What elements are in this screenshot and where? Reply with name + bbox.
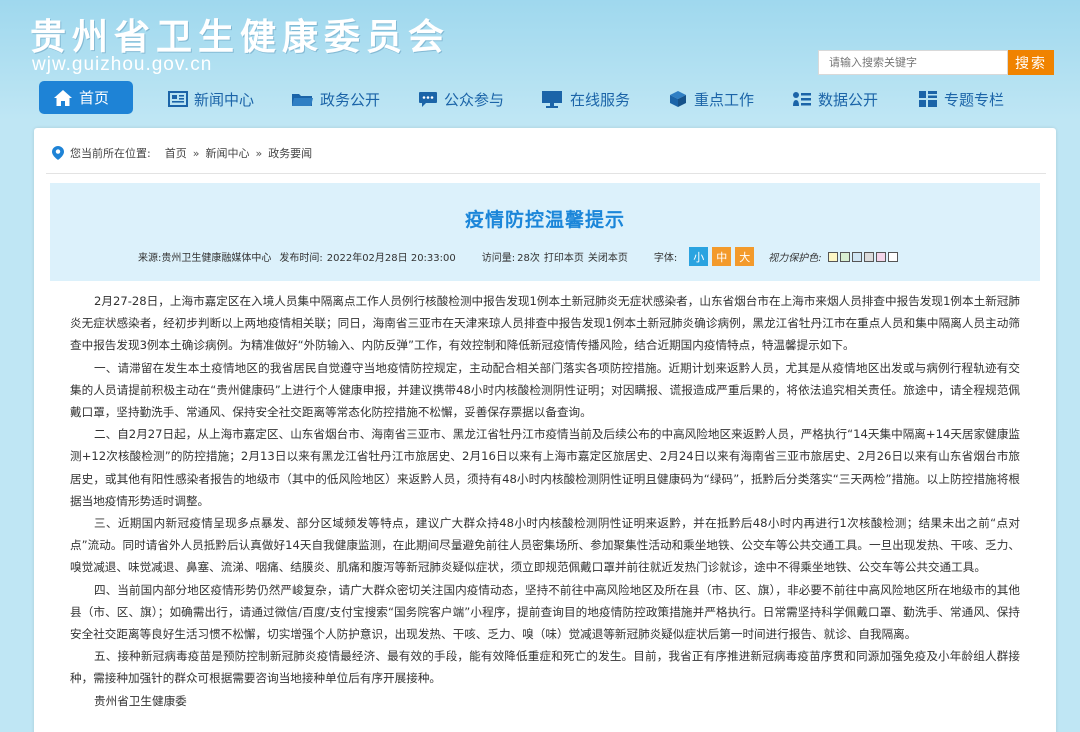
source-value: 贵州卫生健康融媒体中心	[161, 253, 272, 264]
nav-item-special-topics[interactable]: 专题专栏	[918, 82, 1004, 116]
source-label: 来源:	[138, 253, 162, 264]
vision-color-swatch[interactable]	[851, 251, 862, 262]
nav-item-news[interactable]: 新闻中心	[168, 82, 254, 116]
date-label: 发布时间:	[279, 253, 323, 264]
vision-color-swatch[interactable]	[827, 251, 838, 262]
breadcrumb-separator: »	[192, 146, 200, 160]
article-paragraph: 三、近期国内新冠疫情呈现多点暴发、部分区域频发等特点，建议广大群众持48小时内核…	[70, 516, 1020, 575]
search-input[interactable]	[818, 50, 1008, 75]
article-paragraph: 一、请滞留在发生本土疫情地区的我省居民自觉遵守当地疫情防控规定，主动配合相关部门…	[70, 360, 1020, 420]
nav-item-gov-affairs[interactable]: 政务公开	[290, 82, 380, 116]
article-body: 2月27-28日，上海市嘉定区在入境人员集中隔离点工作人员例行核酸检测中报告发现…	[70, 290, 1020, 712]
main-nav: 首页 新闻中心 政务公开 公众参与 在线服务 重点工作 数据公开 专题专栏	[34, 80, 1056, 118]
views-label: 访问量:	[481, 253, 516, 264]
breadcrumb-separator: »	[255, 146, 263, 160]
vision-color-swatch[interactable]	[863, 251, 874, 262]
nav-label: 新闻中心	[194, 90, 255, 109]
article-title: 疫情防控温馨提示	[464, 209, 625, 231]
vision-color-swatch[interactable]	[839, 251, 850, 262]
nav-item-public-participation[interactable]: 公众参与	[418, 82, 504, 116]
vision-color-swatch[interactable]	[875, 251, 886, 262]
print-link[interactable]: 打印本页	[544, 249, 584, 264]
cube-icon	[670, 91, 686, 107]
article-paragraph: 四、当前国内部分地区疫情形势仍然严峻复杂，请广大群众密切关注国内疫情动态，坚持不…	[70, 582, 1020, 642]
divider	[46, 173, 1046, 174]
search-button[interactable]: 搜索	[1008, 50, 1054, 75]
date-value: 2022年02月28日 20:33:00	[326, 253, 456, 264]
newspaper-icon	[168, 91, 188, 107]
views-value: 28次	[517, 253, 540, 264]
nav-item-online-service[interactable]: 在线服务	[540, 82, 630, 116]
article-signoff: 贵州省卫生健康委	[94, 693, 187, 708]
nav-item-home[interactable]: 首页	[39, 81, 133, 114]
nav-label: 重点工作	[694, 90, 755, 109]
breadcrumb-news-center[interactable]: 新闻中心	[205, 145, 249, 161]
breadcrumb-home[interactable]: 首页	[165, 145, 187, 161]
font-medium-button[interactable]: 中	[712, 247, 732, 266]
home-icon	[54, 89, 72, 106]
search-bar: 搜索	[818, 50, 1054, 75]
vision-color-label: 视力保护色:	[768, 253, 822, 264]
breadcrumb-gov-news[interactable]: 政务要闻	[268, 145, 312, 161]
article-paragraph: 五、接种新冠病毒疫苗是预防控制新冠肺炎疫情最经济、最有效的手段，能有效降低重症和…	[70, 649, 1020, 686]
location-pin-icon	[52, 146, 64, 160]
nav-label: 政务公开	[320, 90, 381, 109]
font-small-button[interactable]: 小	[689, 247, 709, 266]
nav-label: 在线服务	[570, 90, 631, 109]
site-title[interactable]: 贵州省卫生健康委员会	[30, 8, 450, 60]
vision-color-swatch[interactable]	[887, 251, 898, 262]
breadcrumb-prefix: 您当前所在位置:	[70, 147, 151, 160]
article-paragraph: 二、自2月27日起，从上海市嘉定区、山东省烟台市、海南省三亚市、黑龙江省牡丹江市…	[70, 427, 1020, 508]
article-header: 疫情防控温馨提示 来源: 贵州卫生健康融媒体中心 发布时间: 2022年02月2…	[50, 183, 1040, 281]
monitor-icon	[542, 91, 562, 108]
font-large-button[interactable]: 大	[735, 247, 755, 266]
nav-item-key-work[interactable]: 重点工作	[668, 82, 754, 116]
breadcrumb: 您当前所在位置: 首页 » 新闻中心 » 政务要闻	[52, 145, 312, 161]
font-size-label: 字体:	[653, 253, 678, 264]
nav-label: 公众参与	[444, 90, 505, 109]
grid-icon	[919, 91, 937, 107]
nav-label: 专题专栏	[944, 90, 1005, 109]
nav-item-data-open[interactable]: 数据公开	[792, 82, 878, 116]
list-icon	[793, 92, 811, 106]
chat-icon	[419, 92, 437, 107]
article-paragraph: 2月27-28日，上海市嘉定区在入境人员集中隔离点工作人员例行核酸检测中报告发现…	[70, 294, 1020, 353]
close-link[interactable]: 关闭本页	[588, 249, 628, 264]
folder-icon	[292, 94, 313, 106]
article-meta: 来源: 贵州卫生健康融媒体中心 发布时间: 2022年02月28日 20:33:…	[138, 247, 898, 266]
site-domain: wjw.guizhou.gov.cn	[32, 54, 213, 75]
site-header: 贵州省卫生健康委员会 wjw.guizhou.gov.cn 搜索	[0, 0, 1080, 82]
nav-label: 首页	[79, 89, 110, 107]
nav-label: 数据公开	[818, 90, 879, 109]
